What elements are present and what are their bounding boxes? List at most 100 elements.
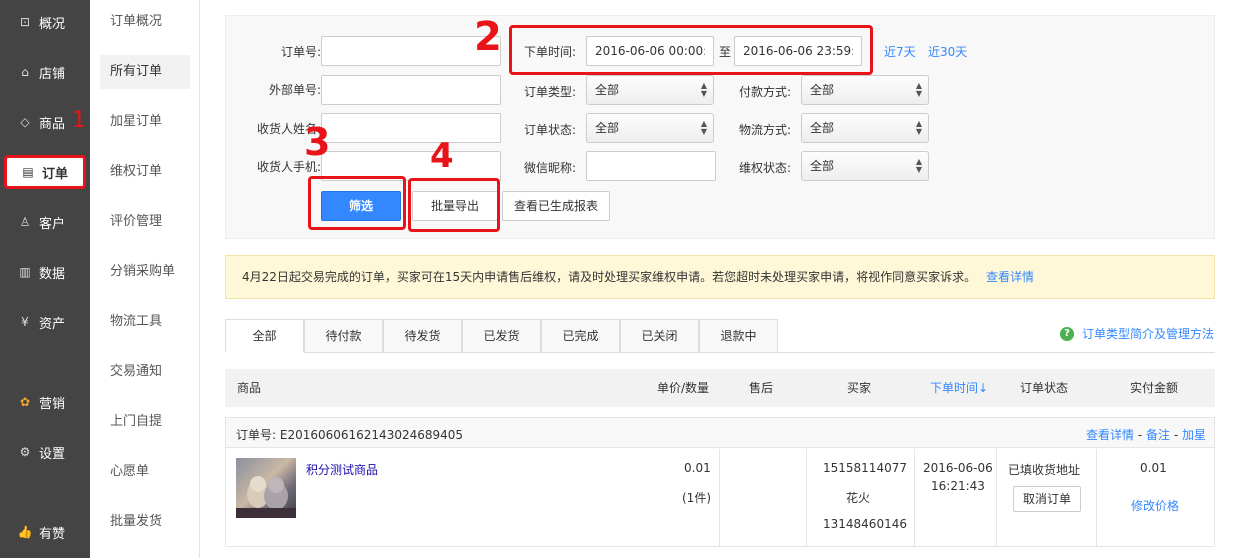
nav-label: 设置 [39,446,66,462]
nav-youzan[interactable]: 👍 有赞 [0,515,90,549]
tab-pending-shipment[interactable]: 待发货 [383,319,462,353]
divider [1096,449,1097,546]
annotation-box-export [408,178,500,232]
subnav-notifications[interactable]: 交易通知 [100,355,190,389]
overview-icon: ⊡ [19,15,31,29]
order-type-help-link[interactable]: ? 订单类型简介及管理方法 [1060,325,1214,342]
yen-icon: ¥ [21,315,29,329]
nav-store[interactable]: ⌂ 店铺 [0,55,90,89]
marketing-icon: ✿ [19,395,31,409]
nav-label: 客户 [39,216,66,232]
subnav-pickup[interactable]: 上门自提 [100,405,190,439]
nav-customers[interactable]: ♙ 客户 [0,205,90,239]
subnav-batch-ship[interactable]: 批量发货 [100,505,190,539]
subnav-starred-orders[interactable]: 加星订单 [100,105,190,139]
tab-all[interactable]: 全部 [225,319,304,353]
chart-icon: ▥ [19,265,31,279]
help-text: 订单类型简介及管理方法 [1082,327,1215,341]
subnav-order-overview[interactable]: 订单概况 [100,5,190,39]
tab-closed[interactable]: 已关闭 [620,319,699,353]
edit-price-link[interactable]: 修改价格 [1131,497,1179,514]
outer-no-input[interactable] [321,75,501,105]
store-icon: ⌂ [21,65,29,79]
nav-settings[interactable]: ⚙ 设置 [0,435,90,469]
last-7-days-link[interactable]: 近7天 [884,43,916,60]
pay-method-label: 付款方式: [738,85,791,99]
subnav-wishlist[interactable]: 心愿单 [100,455,190,489]
annotation-3: 3 [304,120,331,164]
order-icon: ▤ [22,165,34,179]
receiver-phone: 13148460146 [823,517,907,531]
tab-completed[interactable]: 已完成 [541,319,620,353]
remark-link[interactable]: 备注 [1146,428,1170,442]
nav-assets[interactable]: ¥ 资产 [0,305,90,339]
order-status-select[interactable]: 全部 ▲ ▼ [586,113,714,143]
tab-shipped[interactable]: 已发货 [462,319,541,353]
buyer-name: 花火 [846,491,871,505]
star-link[interactable]: 加星 [1182,428,1206,442]
order-type-select[interactable]: 全部 ▲ ▼ [586,75,714,105]
action-separator: - [1137,428,1143,442]
col-product: 商品 [237,381,262,395]
annotation-1: 1 [72,108,86,133]
col-after-sale: 售后 [749,381,774,395]
select-arrows-icon: ▲ ▼ [915,81,922,98]
select-value: 全部 [595,83,620,97]
select-value: 全部 [810,121,835,135]
rights-select[interactable]: 全部 ▲ ▼ [801,151,929,181]
main-content: 订单号: 外部单号: 收货人姓名: 收货人手机: 下单时间: 至 近7天 近30… [210,0,1239,558]
subnav-reviews[interactable]: 评价管理 [100,205,190,239]
help-icon: ? [1060,326,1074,341]
nav-label: 概况 [39,16,66,32]
order-status: 已填收货地址 [1008,463,1081,477]
select-value: 全部 [810,83,835,97]
order-number: 订单号: E20160606162143024689405 [236,428,464,442]
logistics-select[interactable]: 全部 ▲ ▼ [801,113,929,143]
buyer-phone: 15158114077 [823,461,907,475]
nav-label: 有赞 [39,526,66,542]
annotation-box-time [509,25,873,75]
product-thumbnail[interactable] [236,458,296,518]
like-icon: 👍 [17,525,33,539]
last-30-days-link[interactable]: 近30天 [928,43,967,60]
col-order-time-sort[interactable]: 下单时间↓ [930,369,988,407]
subnav-rights-orders[interactable]: 维权订单 [100,155,190,189]
outer-no-label: 外部单号: [268,83,321,97]
subnav-logistics[interactable]: 物流工具 [100,305,190,339]
cancel-order-button[interactable]: 取消订单 [1013,486,1081,512]
subnav-all-orders[interactable]: 所有订单 [100,55,190,89]
nav-label: 订单 [42,166,69,182]
subnav-distribution[interactable]: 分销采购单 [100,255,190,289]
product-name-link[interactable]: 积分测试商品 [306,461,378,478]
view-detail-link[interactable]: 查看详情 [1086,428,1134,442]
nav-marketing[interactable]: ✿ 营销 [0,385,90,419]
table-header: 商品 单价/数量 售后 买家 下单时间↓ 订单状态 实付金额 [225,369,1215,407]
receiver-name-input[interactable] [321,113,501,143]
quantity: (1件) [682,491,711,505]
nav-orders[interactable]: ▤ 订单 [4,155,86,189]
wechat-label: 微信昵称: [523,161,576,175]
select-arrows-icon: ▲ ▼ [915,157,922,174]
tab-pending-payment[interactable]: 待付款 [304,319,383,353]
nav-label: 店铺 [39,66,66,82]
order-no-label: 订单号: [280,45,321,59]
pay-method-select[interactable]: 全部 ▲ ▼ [801,75,929,105]
annotation-box-filter [308,176,406,230]
notice-banner: 4月22日起交易完成的订单，买家可在15天内申请售后维权，请及时处理买家维权申请… [225,255,1215,299]
nav-label: 营销 [39,396,66,412]
nav-label: 资产 [39,316,66,332]
nav-data[interactable]: ▥ 数据 [0,255,90,289]
tag-icon: ◇ [20,115,30,129]
annotation-4: 4 [430,136,454,176]
order-actions: 查看详情 - 备注 - 加星 [1086,426,1206,443]
order-date: 2016-06-06 [923,461,993,475]
notice-detail-link[interactable]: 查看详情 [986,270,1034,284]
col-order-status: 订单状态 [1020,381,1069,395]
nav-overview[interactable]: ⊡ 概况 [0,5,90,39]
unit-price: 0.01 [684,461,711,475]
tab-refunding[interactable]: 退款中 [699,319,778,353]
divider [996,449,997,546]
order-header: 订单号: E20160606162143024689405 查看详情 - 备注 … [226,418,1214,448]
logistics-label: 物流方式: [738,123,791,137]
view-reports-button[interactable]: 查看已生成报表 [502,191,610,221]
